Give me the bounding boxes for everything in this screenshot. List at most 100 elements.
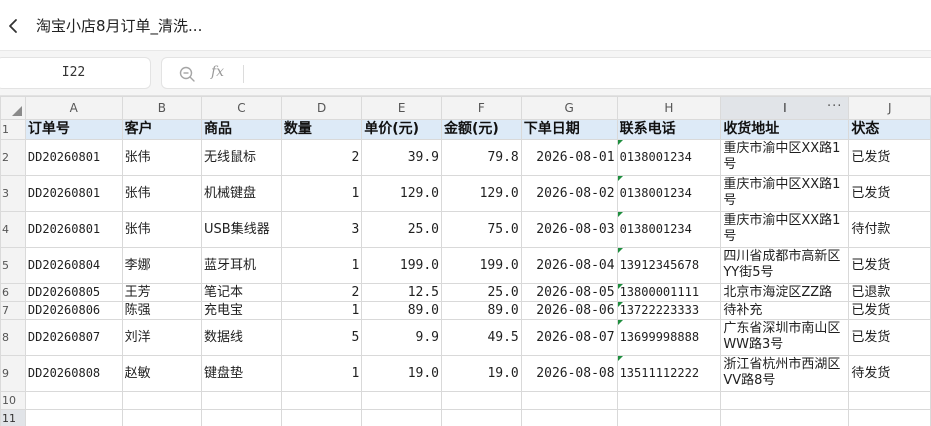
cell-order-id[interactable]: DD20260808 <box>24 355 123 392</box>
empty-cell[interactable] <box>121 391 203 410</box>
cell-amount[interactable]: 89.0 <box>441 301 522 320</box>
empty-cell[interactable] <box>441 409 522 426</box>
header-cell-customer[interactable]: 客户 <box>121 119 203 140</box>
empty-cell[interactable] <box>121 409 203 426</box>
cell-order-id[interactable]: DD20260807 <box>24 319 123 356</box>
cell-qty[interactable]: 1 <box>280 355 363 392</box>
cell-date[interactable]: 2026-08-07 <box>520 319 618 356</box>
column-header-f[interactable]: F <box>441 96 522 120</box>
cell-customer[interactable]: 张伟 <box>121 211 203 248</box>
cell-product[interactable]: 数据线 <box>201 319 282 356</box>
spreadsheet-grid[interactable]: A B C D E F G H I ··· J 1 订单号 客户 商品 数量 单价… <box>0 96 931 426</box>
empty-cell[interactable] <box>520 409 618 426</box>
cell-date[interactable]: 2026-08-05 <box>520 283 618 302</box>
cell-qty[interactable]: 2 <box>280 283 363 302</box>
cell-address[interactable]: 浙江省杭州市西湖区VV路8号 <box>720 355 850 392</box>
cell-price[interactable]: 39.9 <box>361 139 443 176</box>
cell-phone[interactable]: 13912345678 <box>616 247 722 284</box>
cell-status[interactable]: 已发货 <box>848 139 931 176</box>
cell-product[interactable]: 蓝牙耳机 <box>201 247 282 284</box>
cell-date[interactable]: 2026-08-04 <box>520 247 618 284</box>
cell-product[interactable]: 键盘垫 <box>201 355 282 392</box>
empty-cell[interactable] <box>848 409 931 426</box>
cell-date[interactable]: 2026-08-06 <box>520 301 618 320</box>
row-number[interactable]: 3 <box>0 175 26 212</box>
cell-price[interactable]: 9.9 <box>361 319 443 356</box>
cell-price[interactable]: 12.5 <box>361 283 443 302</box>
cell-customer[interactable]: 赵敏 <box>121 355 203 392</box>
column-header-e[interactable]: E <box>361 96 443 120</box>
cell-status[interactable]: 已发货 <box>848 175 931 212</box>
cell-price[interactable]: 25.0 <box>361 211 443 248</box>
cell-date[interactable]: 2026-08-03 <box>520 211 618 248</box>
row-number[interactable]: 5 <box>0 247 26 284</box>
cell-date[interactable]: 2026-08-08 <box>520 355 618 392</box>
header-cell-order-id[interactable]: 订单号 <box>24 119 123 140</box>
cell-price[interactable]: 199.0 <box>361 247 443 284</box>
cell-date[interactable]: 2026-08-02 <box>520 175 618 212</box>
header-cell-status[interactable]: 状态 <box>848 119 931 140</box>
cell-qty[interactable]: 1 <box>280 247 363 284</box>
empty-cell[interactable] <box>201 409 282 426</box>
empty-cell[interactable] <box>616 391 722 410</box>
cell-phone[interactable]: 13722223333 <box>616 301 722 320</box>
empty-cell[interactable] <box>720 391 850 410</box>
cell-phone[interactable]: 0138001234 <box>616 139 722 176</box>
cell-address[interactable]: 四川省成都市高新区YY街5号 <box>720 247 850 284</box>
more-options-icon[interactable]: ··· <box>827 99 842 114</box>
cell-phone[interactable]: 13699998888 <box>616 319 722 356</box>
header-cell-qty[interactable]: 数量 <box>280 119 363 140</box>
header-cell-address[interactable]: 收货地址 <box>720 119 850 140</box>
cell-order-id[interactable]: DD20260804 <box>24 247 123 284</box>
cell-address[interactable]: 待补充 <box>720 301 850 320</box>
empty-cell[interactable] <box>361 409 443 426</box>
cell-order-id[interactable]: DD20260806 <box>24 301 123 320</box>
cell-phone[interactable]: 0138001234 <box>616 211 722 248</box>
cell-amount[interactable]: 25.0 <box>441 283 522 302</box>
cell-amount[interactable]: 49.5 <box>441 319 522 356</box>
row-number[interactable]: 6 <box>0 283 26 302</box>
cell-amount[interactable]: 199.0 <box>441 247 522 284</box>
column-header-h[interactable]: H <box>616 96 722 120</box>
cell-order-id[interactable]: DD20260801 <box>24 211 123 248</box>
header-cell-product[interactable]: 商品 <box>201 119 282 140</box>
empty-cell[interactable] <box>720 409 850 426</box>
cell-customer[interactable]: 刘洋 <box>121 319 203 356</box>
header-cell-amount[interactable]: 金额(元) <box>441 119 522 140</box>
back-arrow-icon[interactable] <box>4 13 22 39</box>
column-header-g[interactable]: G <box>520 96 618 120</box>
empty-cell[interactable] <box>441 391 522 410</box>
cell-product[interactable]: USB集线器 <box>201 211 282 248</box>
cell-order-id[interactable]: DD20260801 <box>24 175 123 212</box>
empty-cell[interactable] <box>848 391 931 410</box>
row-number[interactable]: 2 <box>0 139 26 176</box>
cell-amount[interactable]: 75.0 <box>441 211 522 248</box>
cell-address[interactable]: 重庆市渝中区XX路1号 <box>720 139 850 176</box>
empty-cell[interactable] <box>280 391 363 410</box>
row-number[interactable]: 9 <box>0 355 26 392</box>
cell-date[interactable]: 2026-08-01 <box>520 139 618 176</box>
cell-address[interactable]: 重庆市渝中区XX路1号 <box>720 175 850 212</box>
cell-address[interactable]: 重庆市渝中区XX路1号 <box>720 211 850 248</box>
row-number[interactable]: 11 <box>0 409 26 426</box>
cell-address[interactable]: 北京市海淀区ZZ路 <box>720 283 850 302</box>
formula-input[interactable]: fx <box>161 57 931 89</box>
empty-cell[interactable] <box>24 391 123 410</box>
empty-cell[interactable] <box>520 391 618 410</box>
cell-qty[interactable]: 2 <box>280 139 363 176</box>
cell-reference-box[interactable]: I22 <box>0 57 151 89</box>
row-number[interactable]: 1 <box>0 119 26 140</box>
cell-qty[interactable]: 3 <box>280 211 363 248</box>
row-number[interactable]: 8 <box>0 319 26 356</box>
column-header-j[interactable]: J <box>848 96 931 120</box>
cell-price[interactable]: 129.0 <box>361 175 443 212</box>
cell-qty[interactable]: 5 <box>280 319 363 356</box>
zoom-out-icon[interactable] <box>178 65 196 83</box>
column-header-d[interactable]: D <box>280 96 363 120</box>
cell-product[interactable]: 笔记本 <box>201 283 282 302</box>
header-cell-date[interactable]: 下单日期 <box>520 119 618 140</box>
cell-amount[interactable]: 79.8 <box>441 139 522 176</box>
cell-order-id[interactable]: DD20260805 <box>24 283 123 302</box>
empty-cell[interactable] <box>361 391 443 410</box>
cell-qty[interactable]: 1 <box>280 301 363 320</box>
